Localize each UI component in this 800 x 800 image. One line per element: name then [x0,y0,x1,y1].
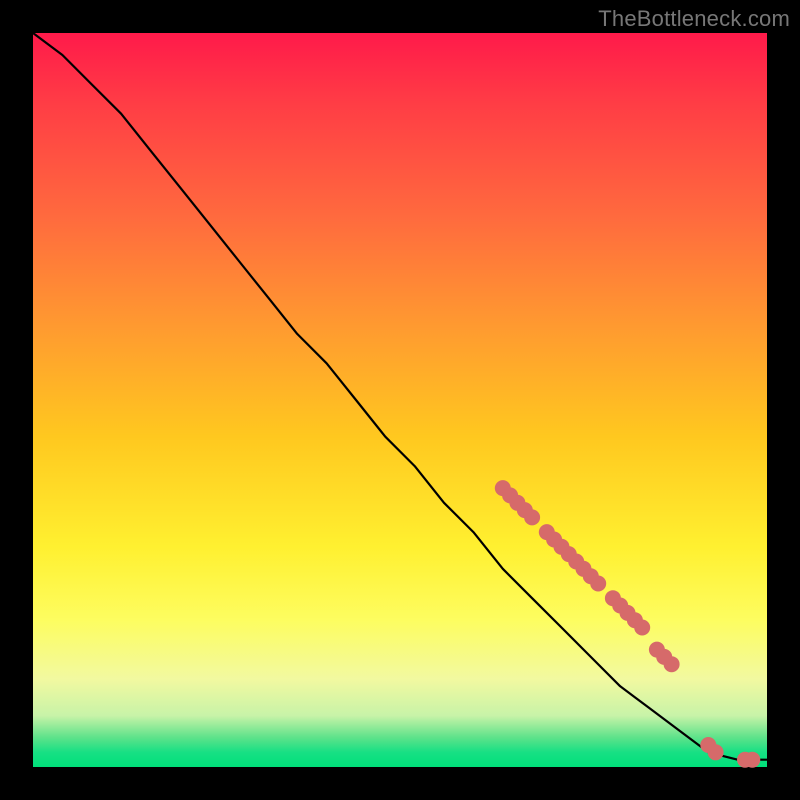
chart-overlay [33,33,767,767]
chart-frame: TheBottleneck.com [0,0,800,800]
highlighted-points [495,480,761,768]
marker-point [590,576,606,592]
marker-point [524,509,540,525]
marker-point [634,620,650,636]
marker-point [708,744,724,760]
watermark-label: TheBottleneck.com [598,6,790,32]
marker-point [744,752,760,768]
plot-area [33,33,767,767]
marker-point [664,656,680,672]
